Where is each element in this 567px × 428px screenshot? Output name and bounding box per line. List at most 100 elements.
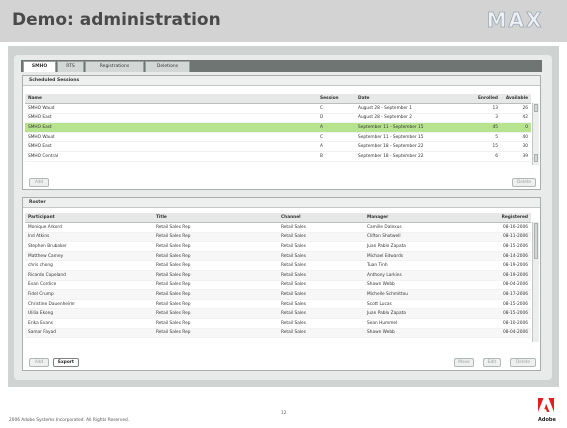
slide-title: Demo: administration: [12, 10, 221, 30]
roster-row[interactable]: Ricardo Copeland Retail Sales Rep Retail S…: [25, 270, 531, 281]
tab-deletions[interactable]: Deletions: [145, 61, 190, 72]
roster-cell-participant: Monique Arkord: [25, 222, 153, 233]
roster-cell-channel: Retail Sales: [278, 260, 364, 271]
roster-cell-participant: Ricardo Copeland: [25, 270, 153, 281]
session-cell-available: 0: [501, 122, 531, 133]
roster-cell-registered: 08-11-2006: [480, 232, 531, 243]
scroll-down-arrow[interactable]: [534, 154, 538, 162]
roster-cell-registered: 08-04-2006: [480, 328, 531, 339]
column-header-date[interactable]: Date: [355, 94, 471, 104]
roster-cell-channel: Retail Sales: [278, 280, 364, 291]
column-header-session[interactable]: Session: [317, 94, 355, 104]
session-cell-name: SMHO East: [25, 141, 317, 152]
session-row[interactable]: SMHO East D August 28 - September 2 3 42: [25, 113, 531, 124]
roster-row[interactable]: Stephen Brubaker Retail Sales Rep Retail S…: [25, 241, 531, 252]
session-cell-session: C: [317, 103, 355, 114]
roster-cell-channel: Retail Sales: [278, 232, 364, 243]
session-row[interactable]: SMHO East A September 18 - September 22 15 3…: [25, 141, 531, 152]
sessions-delete-button[interactable]: Delete: [512, 178, 536, 187]
session-cell-available: 26: [501, 103, 531, 114]
roster-cell-participant: Matthew Carney: [25, 251, 153, 262]
copyright-footer: 2006 Adobe Systems Incorporated. All Rig…: [9, 418, 130, 423]
roster-row[interactable]: Christine Dauenheimr Retail Sales Rep Reta…: [25, 299, 531, 310]
sessions-scrollbar[interactable]: [532, 103, 539, 165]
roster-cell-participant: Ind Atkins: [25, 232, 153, 243]
roster-delete-button[interactable]: Delete: [510, 358, 536, 367]
roster-row[interactable]: Erika Evans Retail Sales Rep Retail Sales S…: [25, 318, 531, 329]
roster-cell-title: Retail Sales Rep: [153, 232, 278, 243]
session-row[interactable]: SMHO East A September 11 - September 15 45 0: [25, 122, 531, 133]
session-cell-session: B: [317, 151, 355, 162]
roster-cell-title: Retail Sales Rep: [153, 251, 278, 262]
column-header-participant[interactable]: Participant: [25, 213, 153, 223]
session-row[interactable]: SMHO Waud C August 28 - September 1 13 26: [25, 103, 531, 114]
session-cell-enrolled: 5: [471, 132, 501, 143]
sessions-add-button[interactable]: Add: [29, 178, 49, 187]
roster-heading: Roster: [23, 198, 540, 208]
roster-cell-registered: 08-15-2006: [480, 241, 531, 252]
column-header-name[interactable]: Name: [25, 94, 317, 104]
roster-cell-participant: Evan Cordice: [25, 280, 153, 291]
session-cell-enrolled: 3: [471, 113, 501, 124]
column-header-registered[interactable]: Registered: [480, 213, 531, 223]
roster-cell-participant: Erika Evans: [25, 318, 153, 329]
roster-cell-title: Retail Sales Rep: [153, 318, 278, 329]
roster-cell-registered: 08-17-2006: [480, 289, 531, 300]
tab-registrations[interactable]: Registrations: [85, 61, 144, 72]
roster-cell-registered: 08-10-2006: [480, 318, 531, 329]
roster-scrollbar[interactable]: [532, 222, 539, 342]
session-cell-available: 42: [501, 113, 531, 124]
column-header-channel[interactable]: Channel: [278, 213, 364, 223]
tab-rts[interactable]: RTS: [57, 61, 84, 72]
roster-cell-channel: Retail Sales: [278, 251, 364, 262]
session-cell-enrolled: 6: [471, 151, 501, 162]
roster-cell-manager: Sean Hummel: [364, 318, 480, 329]
slide: Demo: administration MAX SMHO RTS Regist…: [0, 0, 567, 428]
move-button[interactable]: Move: [454, 358, 474, 367]
session-cell-date: September 11 - September 15: [355, 132, 471, 143]
roster-row[interactable]: Evan Cordice Retail Sales Rep Retail Sales…: [25, 280, 531, 291]
roster-cell-manager: Michelle Schmittou: [364, 289, 480, 300]
session-row[interactable]: SMHO Central B September 18 - September 22…: [25, 151, 531, 162]
roster-cell-channel: Retail Sales: [278, 308, 364, 319]
roster-table: Participant Title Channel Manager Regist…: [25, 213, 531, 339]
column-header-manager[interactable]: Manager: [364, 213, 480, 223]
session-cell-enrolled: 45: [471, 122, 501, 133]
roster-row[interactable]: Fidel Crump Retail Sales Rep Retail Sales M…: [25, 289, 531, 300]
session-cell-name: SMHO East: [25, 113, 317, 124]
roster-cell-manager: Scott Lucas: [364, 299, 480, 310]
roster-row[interactable]: Ulilia Ekong Retail Sales Rep Retail Sales…: [25, 308, 531, 319]
session-row[interactable]: SMHO Waud C September 11 - September 15 5 40: [25, 132, 531, 143]
roster-cell-registered: 08-19-2006: [480, 260, 531, 271]
roster-row[interactable]: Monique Arkord Retail Sales Rep Retail Sal…: [25, 222, 531, 233]
scheduled-sessions-heading: Scheduled Sessions: [23, 76, 540, 86]
roster-cell-participant: Fidel Crump: [25, 289, 153, 300]
column-header-enrolled[interactable]: Enrolled: [471, 94, 501, 104]
column-header-title[interactable]: Title: [153, 213, 278, 223]
session-cell-name: SMHO Waud: [25, 103, 317, 114]
roster-row[interactable]: Ind Atkins Retail Sales Rep Retail Sales Cl…: [25, 232, 531, 243]
roster-cell-title: Retail Sales Rep: [153, 308, 278, 319]
column-header-available[interactable]: Available: [501, 94, 531, 104]
roster-row[interactable]: Matthew Carney Retail Sales Rep Retail Sal…: [25, 251, 531, 262]
session-cell-session: C: [317, 132, 355, 143]
roster-row[interactable]: chris chong Retail Sales Rep Retail Sales T…: [25, 260, 531, 271]
roster-rows: Monique Arkord Retail Sales Rep Retail Sal…: [25, 222, 531, 339]
tab-smho[interactable]: SMHO: [23, 61, 56, 72]
roster-cell-manager: Shawn Webb: [364, 328, 480, 339]
roster-add-button[interactable]: Add: [29, 358, 49, 367]
roster-cell-title: Retail Sales Rep: [153, 222, 278, 233]
edit-button[interactable]: Edit: [483, 358, 501, 367]
session-cell-date: September 11 - September 15: [355, 122, 471, 133]
max-logo: MAX: [486, 9, 542, 31]
session-cell-date: September 18 - September 22: [355, 141, 471, 152]
export-button[interactable]: Export: [53, 358, 79, 367]
roster-row[interactable]: Samar Fayad Retail Sales Rep Retail Sales S…: [25, 328, 531, 339]
scroll-up-arrow[interactable]: [534, 104, 538, 112]
roster-cell-manager: Tuan Tinh: [364, 260, 480, 271]
roster-cell-registered: 08-19-2006: [480, 270, 531, 281]
session-cell-session: D: [317, 113, 355, 124]
sessions-rows: SMHO Waud C August 28 - September 1 13 26 SMH…: [25, 103, 531, 162]
roster-cell-channel: Retail Sales: [278, 289, 364, 300]
roster-scroll-thumb[interactable]: [534, 223, 538, 259]
